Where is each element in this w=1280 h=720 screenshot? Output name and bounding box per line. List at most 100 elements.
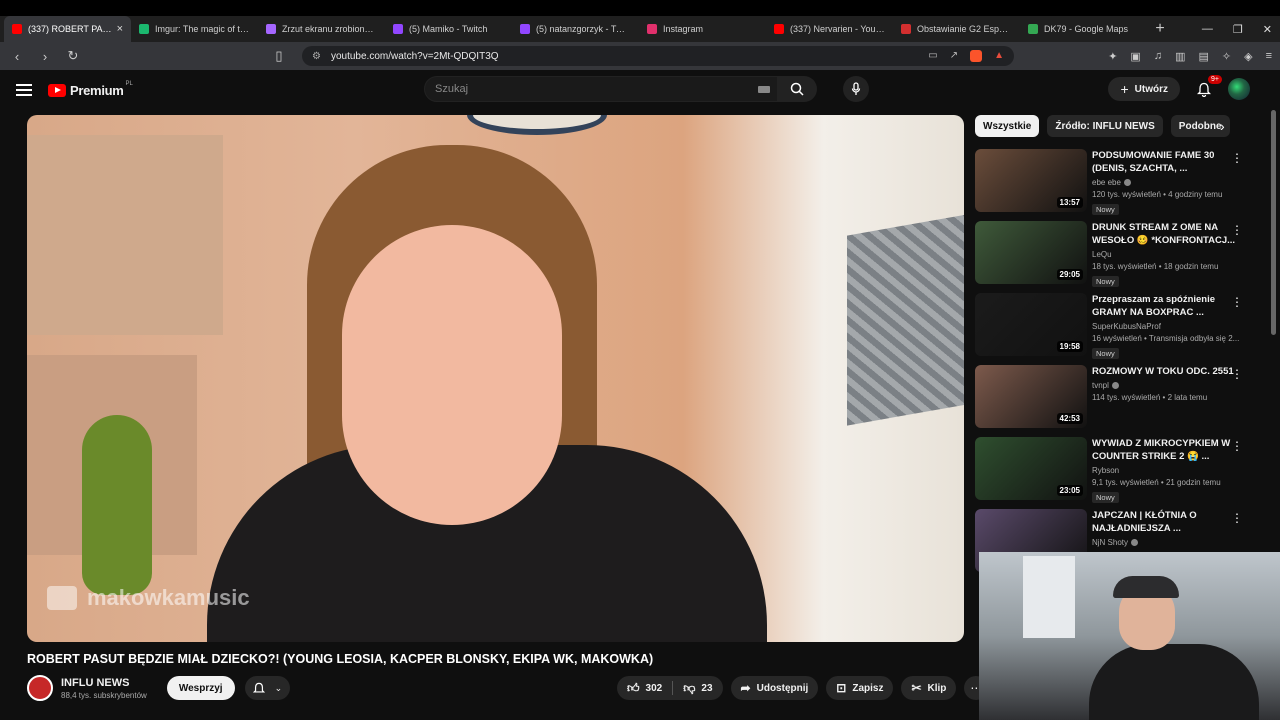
more-vertical-icon[interactable]: ⋮ bbox=[1231, 439, 1243, 453]
like-count: 302 bbox=[645, 682, 663, 694]
create-button[interactable]: + Utwórz bbox=[1108, 77, 1180, 101]
save-button[interactable]: ⊡ Zapisz bbox=[826, 676, 894, 700]
related-video-channel[interactable]: ebe ebe bbox=[1092, 178, 1242, 187]
dislike-button[interactable]: 👎︎ 23 bbox=[683, 681, 712, 696]
brave-shields-icon[interactable] bbox=[970, 50, 983, 62]
youtube-header: Premium PL Szukaj + Utwórz 9+ bbox=[0, 70, 1280, 110]
reload-icon[interactable]: ↻ bbox=[64, 48, 82, 64]
tab-label: Instagram bbox=[663, 24, 704, 34]
channel-name[interactable]: INFLU NEWS bbox=[61, 677, 147, 689]
bookmark-icon[interactable]: ▯ bbox=[270, 48, 288, 64]
url-text[interactable]: youtube.com/watch?v=2Mt-QDQIT3Q bbox=[331, 51, 918, 62]
related-video-item[interactable]: 23:05 WYWIAD Z MIKROCYPKIEM W COUNTER STR… bbox=[975, 437, 1265, 509]
create-label: Utwórz bbox=[1134, 83, 1168, 95]
related-video-title[interactable]: PODSUMOWANIE FAME 30 (DENIS, SZACHTA, ..… bbox=[1092, 149, 1242, 175]
video-player[interactable]: makowkamusic bbox=[27, 115, 964, 642]
related-video-title[interactable]: Przepraszam za spóźnienie GRAMY NA BOXPR… bbox=[1092, 293, 1242, 319]
subscription-notification-button[interactable]: ⌄ bbox=[244, 676, 291, 700]
screen-top-edge bbox=[0, 0, 1280, 16]
chevron-right-icon[interactable]: › bbox=[1220, 118, 1225, 134]
screenshot-icon[interactable]: ▣ bbox=[1130, 50, 1140, 63]
search-placeholder: Szukaj bbox=[435, 83, 469, 95]
back-icon[interactable]: ‹ bbox=[8, 49, 26, 64]
share-page-icon[interactable]: ↗ bbox=[950, 50, 958, 62]
sidebar-icon[interactable]: ▥ bbox=[1175, 50, 1185, 63]
browser-tab[interactable]: Imgur: The magic of the In bbox=[131, 16, 258, 42]
support-button[interactable]: Wesprzyj bbox=[166, 676, 235, 700]
video-duration: 23:05 bbox=[1056, 485, 1083, 496]
search-input[interactable]: Szukaj bbox=[424, 76, 781, 102]
more-vertical-icon[interactable]: ⋮ bbox=[1231, 151, 1243, 165]
browser-tab[interactable]: (5) Mamiko - Twitch bbox=[385, 16, 512, 42]
close-window-icon[interactable]: ✕ bbox=[1263, 23, 1272, 36]
video-thumbnail[interactable]: 13:57 bbox=[975, 149, 1087, 212]
media-icon[interactable]: ♫ bbox=[1154, 50, 1162, 63]
video-thumbnail[interactable]: 29:05 bbox=[975, 221, 1087, 284]
browser-tab[interactable]: (5) natanzgorzyk - Twitch bbox=[512, 16, 639, 42]
browser-tab[interactable]: (337) Nervarien - YouTube bbox=[766, 16, 893, 42]
browser-menu-icon[interactable]: ≡ bbox=[1266, 50, 1272, 63]
account-avatar[interactable] bbox=[1228, 78, 1250, 100]
brave-rewards-icon[interactable]: ▲ bbox=[994, 50, 1004, 62]
tab-favicon-icon bbox=[393, 24, 403, 34]
browser-tab[interactable]: Obstawianie G2 Esports - bbox=[893, 16, 1020, 42]
related-video-item[interactable]: 42:53 ROZMOWY W TOKU ODC. 2551 tvnpl 114 ty… bbox=[975, 365, 1265, 437]
youtube-premium-logo[interactable]: Premium PL bbox=[48, 81, 133, 98]
related-video-channel[interactable]: NjN Shoty bbox=[1092, 538, 1242, 547]
address-bar[interactable]: ⚙ youtube.com/watch?v=2Mt-QDQIT3Q ▭ ↗ ▲ bbox=[302, 46, 1014, 66]
tab-favicon-icon bbox=[901, 24, 911, 34]
page-scrollbar[interactable] bbox=[1271, 110, 1276, 335]
channel-avatar[interactable] bbox=[27, 675, 53, 701]
extensions-icon[interactable]: ✦ bbox=[1108, 50, 1117, 63]
video-thumbnail[interactable]: 19:58 bbox=[975, 293, 1087, 356]
wallet-icon[interactable]: ▤ bbox=[1198, 50, 1208, 63]
related-video-title[interactable]: DRUNK STREAM Z OME NA WESOŁO 🥴 *KONFRONT… bbox=[1092, 221, 1242, 247]
restore-icon[interactable]: ❐ bbox=[1233, 23, 1243, 36]
channel-name: Rybson bbox=[1092, 466, 1120, 475]
related-video-channel[interactable]: tvnpl bbox=[1092, 381, 1242, 390]
related-video-channel[interactable]: SuperKubusNaProf bbox=[1092, 322, 1242, 331]
related-video-item[interactable]: 13:57 PODSUMOWANIE FAME 30 (DENIS, SZACHT… bbox=[975, 149, 1265, 221]
more-vertical-icon[interactable]: ⋮ bbox=[1231, 511, 1243, 525]
video-thumbnail[interactable]: 23:05 bbox=[975, 437, 1087, 500]
like-button[interactable]: 👍︎ 302 bbox=[627, 681, 662, 696]
minimize-icon[interactable]: — bbox=[1202, 23, 1213, 35]
video-frame-face bbox=[342, 225, 562, 525]
vpn-icon[interactable]: ◈ bbox=[1244, 50, 1252, 63]
share-button[interactable]: ➦ Udostępnij bbox=[730, 676, 819, 700]
tab-close-icon[interactable]: × bbox=[117, 23, 123, 35]
more-vertical-icon[interactable]: ⋮ bbox=[1231, 223, 1243, 237]
chip-source[interactable]: Źródło: INFLU NEWS bbox=[1047, 115, 1163, 137]
new-tab-icon[interactable]: + bbox=[1147, 20, 1173, 38]
voice-search-button[interactable] bbox=[843, 76, 869, 102]
channel-row: INFLU NEWS 88,4 tys. subskrybentów Wespr… bbox=[27, 675, 291, 701]
browser-tab[interactable]: (337) ROBERT PASUT B × bbox=[4, 16, 131, 42]
more-vertical-icon[interactable]: ⋮ bbox=[1231, 367, 1243, 381]
browser-tab[interactable]: Zrzut ekranu zrobiony prz bbox=[258, 16, 385, 42]
related-video-item[interactable]: 19:58 Przepraszam za spóźnienie GRAMY NA … bbox=[975, 293, 1265, 365]
notifications-button[interactable]: 9+ bbox=[1194, 75, 1222, 99]
bookmark-icon: ⊡ bbox=[836, 681, 847, 695]
related-video-title[interactable]: ROZMOWY W TOKU ODC. 2551 bbox=[1092, 365, 1242, 378]
browser-tab[interactable]: DK79 - Google Maps bbox=[1020, 16, 1147, 42]
clip-button[interactable]: ✂ Klip bbox=[901, 676, 957, 700]
more-vertical-icon[interactable]: ⋮ bbox=[1231, 295, 1243, 309]
new-badge: Nowy bbox=[1092, 348, 1119, 359]
guide-menu-icon[interactable] bbox=[16, 84, 32, 96]
related-video-title[interactable]: JAPCZAN | KŁÓTNIA O NAJŁADNIEJSZA ... bbox=[1092, 509, 1242, 535]
chip-all[interactable]: Wszystkie bbox=[975, 115, 1040, 137]
forward-icon[interactable]: › bbox=[36, 49, 54, 64]
site-info-icon[interactable]: ⚙ bbox=[312, 51, 321, 62]
related-video-title[interactable]: WYWIAD Z MIKROCYPKIEM W COUNTER STRIKE 2… bbox=[1092, 437, 1242, 463]
related-video-channel[interactable]: LeQu bbox=[1092, 250, 1242, 259]
video-thumbnail[interactable]: 42:53 bbox=[975, 365, 1087, 428]
verified-icon bbox=[1111, 382, 1119, 390]
search-button[interactable] bbox=[777, 76, 817, 102]
related-video-channel[interactable]: Rybson bbox=[1092, 466, 1242, 475]
install-app-icon[interactable]: ▭ bbox=[928, 50, 937, 62]
leo-ai-icon[interactable]: ✧ bbox=[1222, 50, 1231, 63]
related-video-item[interactable]: 29:05 DRUNK STREAM Z OME NA WESOŁO 🥴 *KON… bbox=[975, 221, 1265, 293]
keyboard-icon[interactable] bbox=[758, 85, 770, 93]
thumbs-up-icon: 👍︎ bbox=[627, 680, 640, 695]
browser-tab[interactable]: Instagram bbox=[639, 16, 766, 42]
